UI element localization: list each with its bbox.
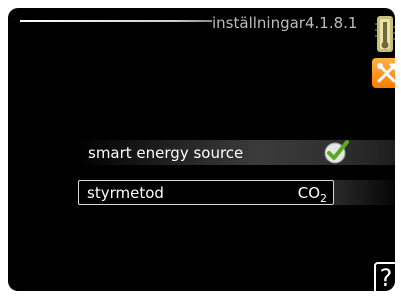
tools-icon[interactable] xyxy=(372,58,395,88)
styrmetod-row[interactable]: styrmetod CO2 xyxy=(78,180,334,205)
styrmetod-value-main: CO xyxy=(297,184,320,202)
thermometer-icon xyxy=(375,16,395,52)
display-screen: inställningar4.1.8.1 smart energy source… xyxy=(8,8,395,291)
page-title: inställningar4.1.8.1 xyxy=(212,14,358,32)
smart-energy-source-label: smart energy source xyxy=(88,143,244,162)
header-divider xyxy=(20,20,212,22)
help-button[interactable]: ? xyxy=(374,262,395,291)
wrench-icon xyxy=(377,63,395,83)
styrmetod-label: styrmetod xyxy=(87,183,164,202)
checkmark-icon[interactable] xyxy=(323,139,349,165)
styrmetod-value: CO2 xyxy=(298,184,327,205)
styrmetod-value-sub: 2 xyxy=(320,192,327,205)
row-fade xyxy=(334,180,395,205)
smart-energy-source-row[interactable]: smart energy source xyxy=(78,140,395,165)
